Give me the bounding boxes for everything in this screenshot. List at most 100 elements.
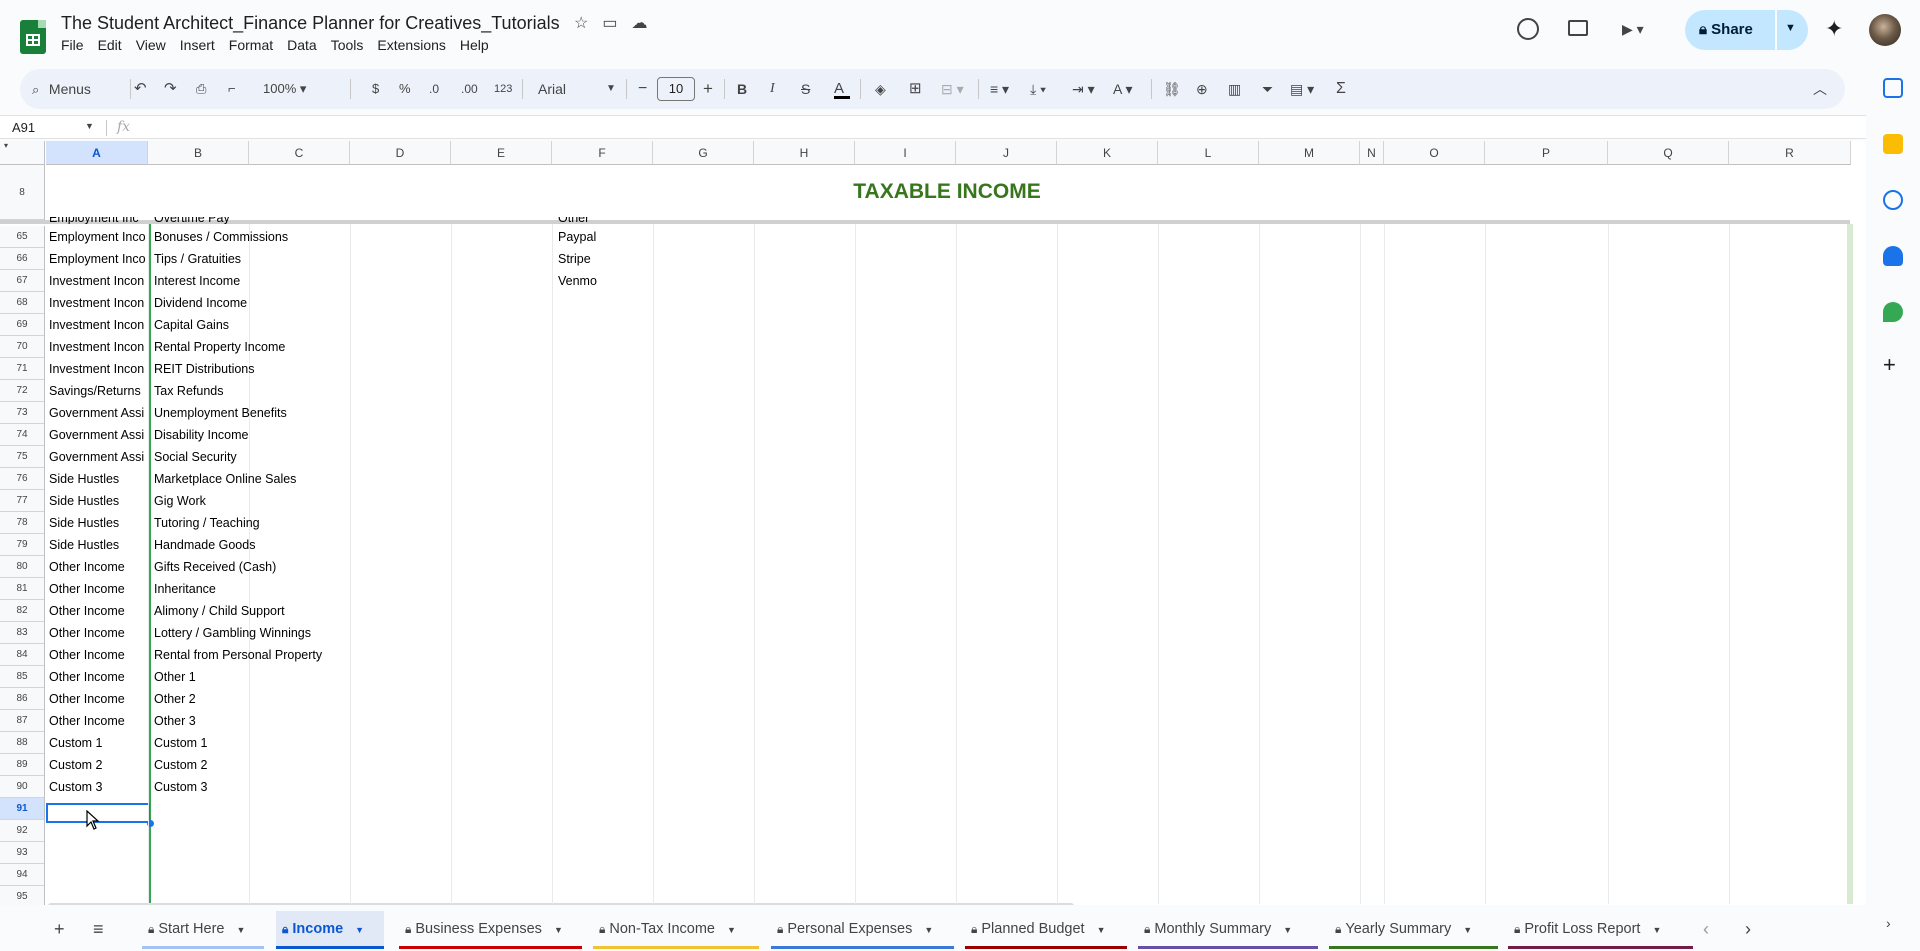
cell-b-partial[interactable]: Overtime Pay bbox=[154, 217, 274, 224]
column-header-m[interactable]: M bbox=[1259, 141, 1360, 165]
row-header[interactable]: 68 bbox=[0, 292, 45, 314]
star-icon[interactable]: ☆ bbox=[574, 13, 588, 33]
cell-b[interactable] bbox=[154, 864, 374, 886]
tab-menu-icon[interactable]: ▼ bbox=[236, 925, 245, 935]
row-header[interactable]: 80 bbox=[0, 556, 45, 578]
name-box-dropdown-icon[interactable]: ▼ bbox=[85, 121, 94, 131]
tasks-icon[interactable] bbox=[1883, 190, 1903, 210]
cell-f[interactable] bbox=[558, 666, 648, 688]
sheets-logo-icon[interactable] bbox=[20, 20, 46, 54]
cell-b[interactable]: Custom 1 bbox=[154, 732, 374, 754]
fill-color-icon[interactable]: ◈ bbox=[875, 69, 886, 109]
cell-f[interactable] bbox=[558, 688, 648, 710]
cell-b[interactable]: Custom 3 bbox=[154, 776, 374, 798]
column-header-q[interactable]: Q bbox=[1608, 141, 1729, 165]
row-header[interactable]: 67 bbox=[0, 270, 45, 292]
cell-a[interactable]: Investment Incon bbox=[49, 314, 149, 336]
row-header[interactable]: 93 bbox=[0, 842, 45, 864]
cell-b[interactable]: Capital Gains bbox=[154, 314, 374, 336]
row-header[interactable]: 91 bbox=[0, 798, 45, 820]
cell-a[interactable]: Investment Incon bbox=[49, 358, 149, 380]
tab-menu-icon[interactable]: ▼ bbox=[924, 925, 933, 935]
row-header[interactable]: 76 bbox=[0, 468, 45, 490]
vertical-align-icon[interactable]: ⤓ ▾ bbox=[1030, 69, 1046, 109]
cell-f[interactable] bbox=[558, 446, 648, 468]
cell-f[interactable] bbox=[558, 534, 648, 556]
meet-video-icon[interactable]: ▶ ▾ bbox=[1622, 21, 1644, 38]
font-size-input[interactable]: 10 bbox=[657, 77, 695, 101]
column-header-a[interactable]: A bbox=[46, 141, 148, 165]
row-header[interactable]: 95 bbox=[0, 886, 45, 905]
row-header[interactable]: 65 bbox=[0, 226, 45, 248]
row-header[interactable]: 89 bbox=[0, 754, 45, 776]
column-header-h[interactable]: H bbox=[754, 141, 855, 165]
cell-b[interactable]: Handmade Goods bbox=[154, 534, 374, 556]
more-formats-button[interactable]: 123 bbox=[494, 69, 512, 109]
tab-menu-icon[interactable]: ▼ bbox=[727, 925, 736, 935]
functions-icon[interactable]: Σ bbox=[1336, 69, 1346, 109]
freeze-divider[interactable] bbox=[0, 220, 1850, 224]
add-on-plus-icon[interactable]: + bbox=[1883, 352, 1896, 378]
contacts-icon[interactable] bbox=[1883, 246, 1903, 266]
cell-f[interactable] bbox=[558, 292, 648, 314]
cell-f[interactable]: Stripe bbox=[558, 248, 648, 270]
cell-a[interactable] bbox=[49, 886, 149, 905]
spreadsheet-grid[interactable]: ▾ 8 TAXABLE INCOME Employment Inc Overti… bbox=[0, 141, 1866, 905]
cell-f[interactable] bbox=[558, 600, 648, 622]
cell-f[interactable] bbox=[558, 820, 648, 842]
cell-a[interactable] bbox=[49, 798, 149, 820]
cell-f[interactable] bbox=[558, 380, 648, 402]
sheet-tab-profit-loss-report[interactable]: 🔒︎ Profit Loss Report ▼ bbox=[1508, 911, 1693, 949]
cell-f[interactable] bbox=[558, 468, 648, 490]
version-history-icon[interactable] bbox=[1517, 18, 1539, 40]
row-header[interactable]: 77 bbox=[0, 490, 45, 512]
cell-b[interactable]: Inheritance bbox=[154, 578, 374, 600]
merge-cells-icon[interactable]: ⊟ ▾ bbox=[941, 69, 964, 109]
scroll-tabs-right-icon[interactable]: › bbox=[1745, 919, 1751, 940]
cell-a[interactable]: Investment Incon bbox=[49, 270, 149, 292]
cell-a[interactable]: Custom 3 bbox=[49, 776, 149, 798]
cell-a[interactable]: Other Income bbox=[49, 666, 149, 688]
row-header[interactable]: 83 bbox=[0, 622, 45, 644]
cell-a[interactable]: Other Income bbox=[49, 622, 149, 644]
currency-format-button[interactable]: $ bbox=[372, 69, 379, 109]
select-all-corner[interactable]: ▾ bbox=[0, 141, 45, 165]
column-header-e[interactable]: E bbox=[451, 141, 552, 165]
cell-a[interactable]: Government Assi bbox=[49, 446, 149, 468]
increase-font-size-button[interactable]: + bbox=[703, 69, 713, 109]
sheet-tab-yearly-summary[interactable]: 🔒︎ Yearly Summary ▼ bbox=[1329, 911, 1498, 949]
cell-b[interactable]: Marketplace Online Sales bbox=[154, 468, 374, 490]
name-box[interactable]: A91 bbox=[12, 120, 35, 135]
cell-a-partial[interactable]: Employment Inc bbox=[49, 217, 149, 224]
cell-b[interactable]: Dividend Income bbox=[154, 292, 374, 314]
cell-a[interactable]: Side Hustles bbox=[49, 512, 149, 534]
cell-b[interactable]: REIT Distributions bbox=[154, 358, 374, 380]
all-sheets-icon[interactable]: ≡ bbox=[93, 919, 104, 940]
row-header[interactable]: 81 bbox=[0, 578, 45, 600]
row-header[interactable]: 90 bbox=[0, 776, 45, 798]
column-header-n[interactable]: N bbox=[1360, 141, 1384, 165]
cell-f[interactable] bbox=[558, 622, 648, 644]
column-header-o[interactable]: O bbox=[1384, 141, 1485, 165]
cell-a[interactable] bbox=[49, 864, 149, 886]
cell-f[interactable] bbox=[558, 336, 648, 358]
row-header[interactable]: 69 bbox=[0, 314, 45, 336]
row-header[interactable]: 86 bbox=[0, 688, 45, 710]
row-header[interactable]: 73 bbox=[0, 402, 45, 424]
cell-a[interactable]: Other Income bbox=[49, 578, 149, 600]
column-header-g[interactable]: G bbox=[653, 141, 754, 165]
tab-menu-icon[interactable]: ▼ bbox=[1652, 925, 1661, 935]
share-button[interactable]: 🔒︎ Share ▼ bbox=[1685, 10, 1808, 50]
calendar-icon[interactable] bbox=[1883, 78, 1903, 98]
cell-a[interactable]: Other Income bbox=[49, 556, 149, 578]
column-header-d[interactable]: D bbox=[350, 141, 451, 165]
undo-icon[interactable]: ↶ bbox=[134, 69, 147, 109]
cell-f[interactable] bbox=[558, 578, 648, 600]
cell-b[interactable]: Gig Work bbox=[154, 490, 374, 512]
tab-menu-icon[interactable]: ▼ bbox=[554, 925, 563, 935]
text-wrapping-icon[interactable]: ⇥ ▾ bbox=[1072, 69, 1095, 109]
cell-a[interactable]: Government Assi bbox=[49, 424, 149, 446]
menu-help[interactable]: Help bbox=[460, 37, 497, 53]
cell-b[interactable]: Bonuses / Commissions bbox=[154, 226, 374, 248]
cell-a[interactable]: Side Hustles bbox=[49, 534, 149, 556]
